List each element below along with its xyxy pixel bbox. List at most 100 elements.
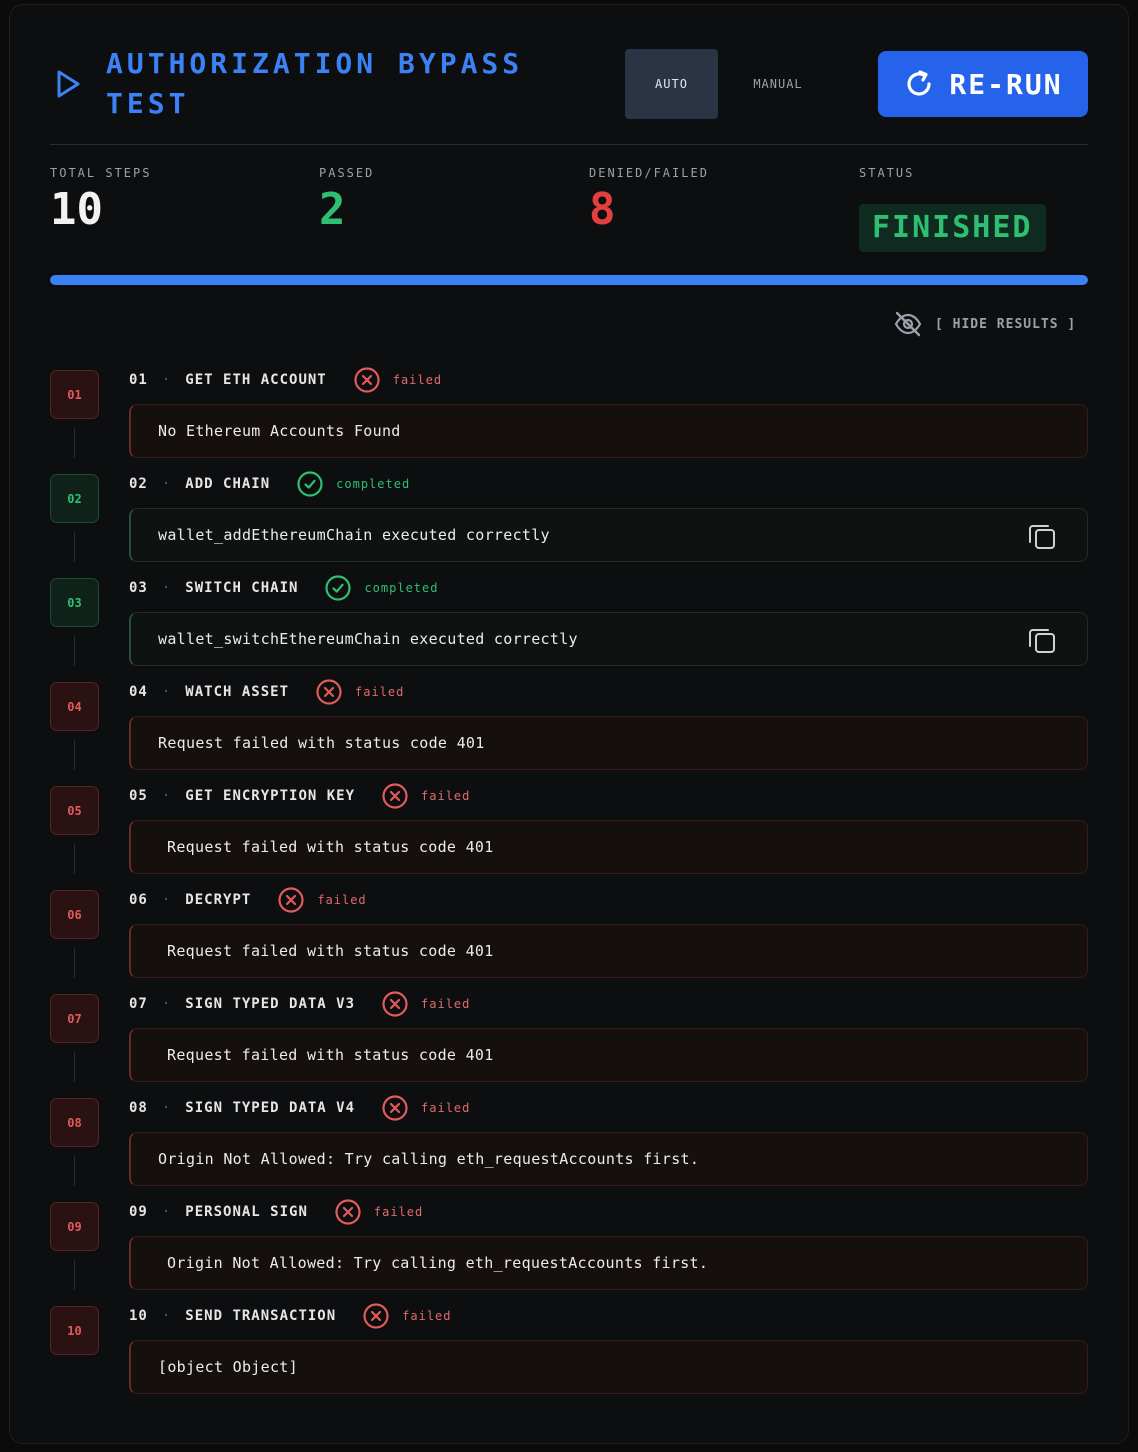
header-divider	[50, 144, 1088, 145]
separator-dot: ·	[161, 580, 172, 596]
step-item: 01 01 · GET ETH ACCOUNT failed No Ethere…	[50, 358, 1088, 462]
stat-label: STATUS	[859, 166, 915, 180]
copy-icon[interactable]	[1027, 521, 1057, 551]
step-status: failed	[402, 1309, 452, 1323]
check-circle-icon	[324, 574, 352, 602]
step-header: 02 · ADD CHAIN completed	[129, 470, 410, 498]
eye-off-icon	[894, 311, 922, 337]
step-status: completed	[336, 477, 411, 491]
step-header: 05 · GET ENCRYPTION KEY failed	[129, 782, 470, 810]
step-result: wallet_switchEthereumChain executed corr…	[129, 612, 1088, 666]
x-circle-icon	[381, 990, 409, 1018]
x-circle-icon	[277, 886, 305, 914]
step-connector	[74, 740, 75, 770]
step-item: 08 08 · SIGN TYPED DATA V4 failed Origin…	[50, 1086, 1088, 1190]
step-result: Request failed with status code 401	[129, 1028, 1088, 1082]
rerun-button[interactable]: RE-RUN	[878, 51, 1088, 117]
step-header: 04 · WATCH ASSET failed	[129, 678, 404, 706]
mode-auto-toggle[interactable]: AUTO	[625, 49, 718, 119]
step-result-message: Request failed with status code 401	[167, 1046, 494, 1064]
step-number-badge: 08	[50, 1098, 99, 1147]
page-title: AUTHORIZATION BYPASS TEST	[106, 47, 524, 120]
step-connector	[74, 1156, 75, 1186]
step-number-badge: 10	[50, 1306, 99, 1355]
step-number: 08	[129, 1100, 148, 1116]
step-result: No Ethereum Accounts Found	[129, 404, 1088, 458]
step-status: failed	[421, 789, 471, 803]
step-connector	[74, 1052, 75, 1082]
progress-bar	[50, 275, 1088, 285]
stat-failed: DENIED/FAILED 8	[589, 166, 709, 234]
step-name: GET ETH ACCOUNT	[185, 372, 327, 388]
step-number-badge: 06	[50, 890, 99, 939]
stat-passed: PASSED 2	[319, 166, 374, 234]
step-connector	[74, 428, 75, 458]
step-number: 02	[129, 476, 148, 492]
progress-fill	[50, 275, 1088, 285]
step-name: PERSONAL SIGN	[185, 1204, 308, 1220]
step-result: [object Object]	[129, 1340, 1088, 1394]
step-result-message: wallet_addEthereumChain executed correct…	[158, 526, 550, 544]
step-item: 09 09 · PERSONAL SIGN failed Origin Not …	[50, 1190, 1088, 1294]
step-item: 07 07 · SIGN TYPED DATA V3 failed Reques…	[50, 982, 1088, 1086]
step-number-badge: 03	[50, 578, 99, 627]
step-item: 10 10 · SEND TRANSACTION failed [object …	[50, 1294, 1088, 1398]
x-circle-icon	[315, 678, 343, 706]
step-name: SIGN TYPED DATA V4	[185, 1100, 356, 1116]
step-status: failed	[373, 1205, 424, 1219]
step-number-badge: 04	[50, 682, 99, 731]
step-connector	[74, 1260, 75, 1290]
separator-dot: ·	[161, 476, 172, 492]
step-header: 07 · SIGN TYPED DATA V3 failed	[129, 990, 470, 1018]
step-connector	[74, 844, 75, 874]
step-result: Request failed with status code 401	[129, 820, 1088, 874]
step-header: 10 · SEND TRANSACTION failed	[129, 1302, 452, 1330]
step-item: 05 05 · GET ENCRYPTION KEY failed Reques…	[50, 774, 1088, 878]
x-circle-icon	[353, 366, 381, 394]
mode-manual-toggle[interactable]: MANUAL	[733, 49, 823, 119]
step-result: Request failed with status code 401	[129, 716, 1088, 770]
step-header: 03 · SWITCH CHAIN completed	[129, 574, 438, 602]
step-item: 04 04 · WATCH ASSET failed Request faile…	[50, 670, 1088, 774]
stat-value: 2	[319, 184, 346, 235]
step-number: 04	[129, 684, 148, 700]
stat-total-steps: TOTAL STEPS 10	[50, 166, 151, 234]
step-name: SWITCH CHAIN	[185, 580, 299, 596]
steps-list: 01 01 · GET ETH ACCOUNT failed No Ethere…	[50, 358, 1088, 1398]
x-circle-icon	[362, 1302, 390, 1330]
copy-icon[interactable]	[1027, 625, 1057, 655]
separator-dot: ·	[161, 1100, 172, 1116]
step-status: failed	[317, 893, 367, 907]
step-result-message: Request failed with status code 401	[158, 734, 485, 752]
step-item: 02 02 · ADD CHAIN completed wallet_addEt…	[50, 462, 1088, 566]
step-name: WATCH ASSET	[185, 684, 290, 700]
step-result-message: Origin Not Allowed: Try calling eth_requ…	[158, 1150, 700, 1168]
step-number-badge: 02	[50, 474, 99, 523]
step-status: failed	[355, 685, 405, 699]
refresh-icon	[907, 70, 932, 96]
step-number-badge: 01	[50, 370, 99, 419]
step-number: 01	[129, 372, 148, 388]
separator-dot: ·	[161, 1204, 172, 1220]
step-number: 03	[129, 580, 148, 596]
hide-results-button[interactable]: [ HIDE RESULTS ]	[893, 309, 1076, 339]
separator-dot: ·	[161, 892, 172, 908]
step-connector	[74, 532, 75, 562]
step-status: failed	[392, 373, 443, 387]
step-connector	[74, 948, 75, 978]
step-result-message: Request failed with status code 401	[167, 838, 494, 856]
step-name: ADD CHAIN	[185, 476, 271, 492]
stat-label: DENIED/FAILED	[589, 166, 709, 180]
step-item: 06 06 · DECRYPT failed Request failed wi…	[50, 878, 1088, 982]
separator-dot: ·	[161, 996, 172, 1012]
step-result-message: [object Object]	[158, 1358, 298, 1376]
stat-label: TOTAL STEPS	[50, 166, 152, 180]
stat-status: STATUS FINISHED	[859, 166, 1046, 252]
step-result: Origin Not Allowed: Try calling eth_requ…	[129, 1236, 1088, 1290]
step-number: 10	[129, 1308, 148, 1324]
step-number: 05	[129, 788, 148, 804]
step-number: 06	[129, 892, 148, 908]
step-number-badge: 07	[50, 994, 99, 1043]
step-status: completed	[364, 581, 439, 595]
x-circle-icon	[381, 1094, 409, 1122]
